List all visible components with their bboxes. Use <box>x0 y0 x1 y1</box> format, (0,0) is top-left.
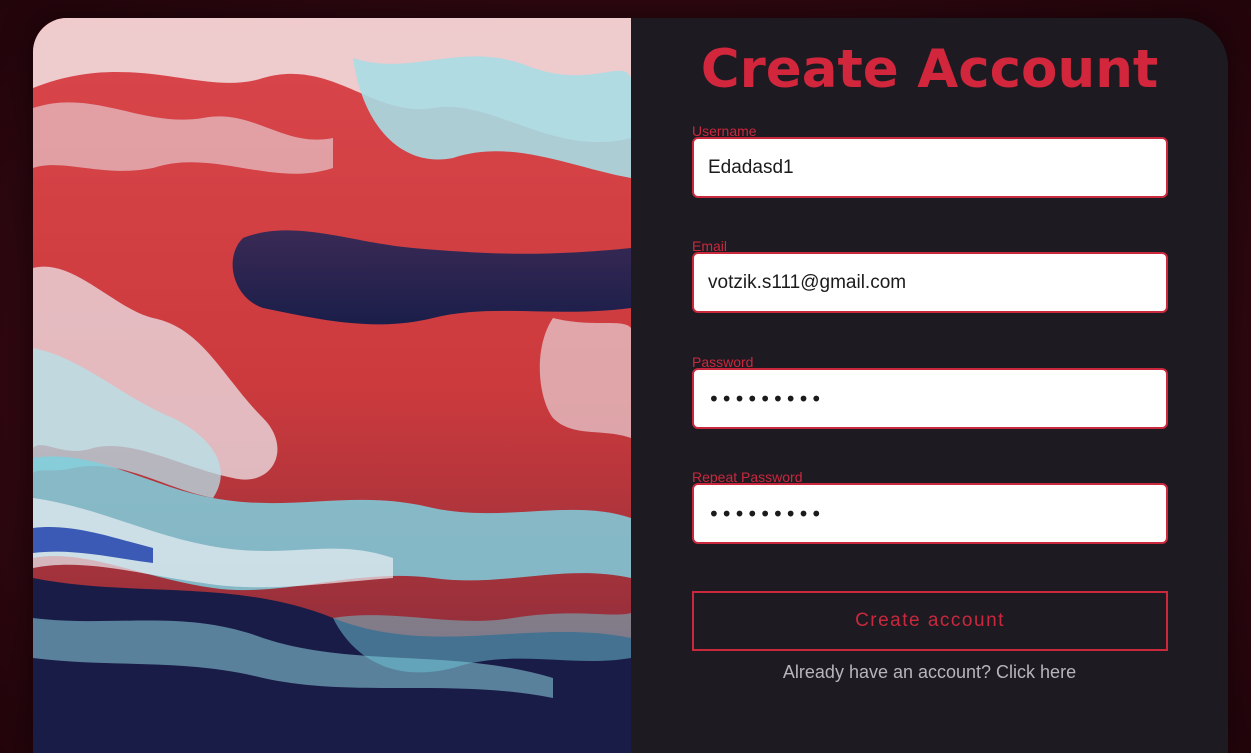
email-input[interactable] <box>692 252 1168 313</box>
page-title: Create Account <box>700 39 1159 100</box>
signup-form: Create Account Username Email Password R… <box>631 18 1228 753</box>
login-link[interactable]: Already have an account? Click here <box>631 662 1228 683</box>
decorative-fluid-art-image <box>33 18 631 753</box>
signup-card: Create Account Username Email Password R… <box>33 18 1228 753</box>
password-input[interactable] <box>692 368 1168 429</box>
repeat-password-input[interactable] <box>692 483 1168 544</box>
username-input[interactable] <box>692 137 1168 198</box>
create-account-button[interactable]: Create account <box>692 591 1168 651</box>
